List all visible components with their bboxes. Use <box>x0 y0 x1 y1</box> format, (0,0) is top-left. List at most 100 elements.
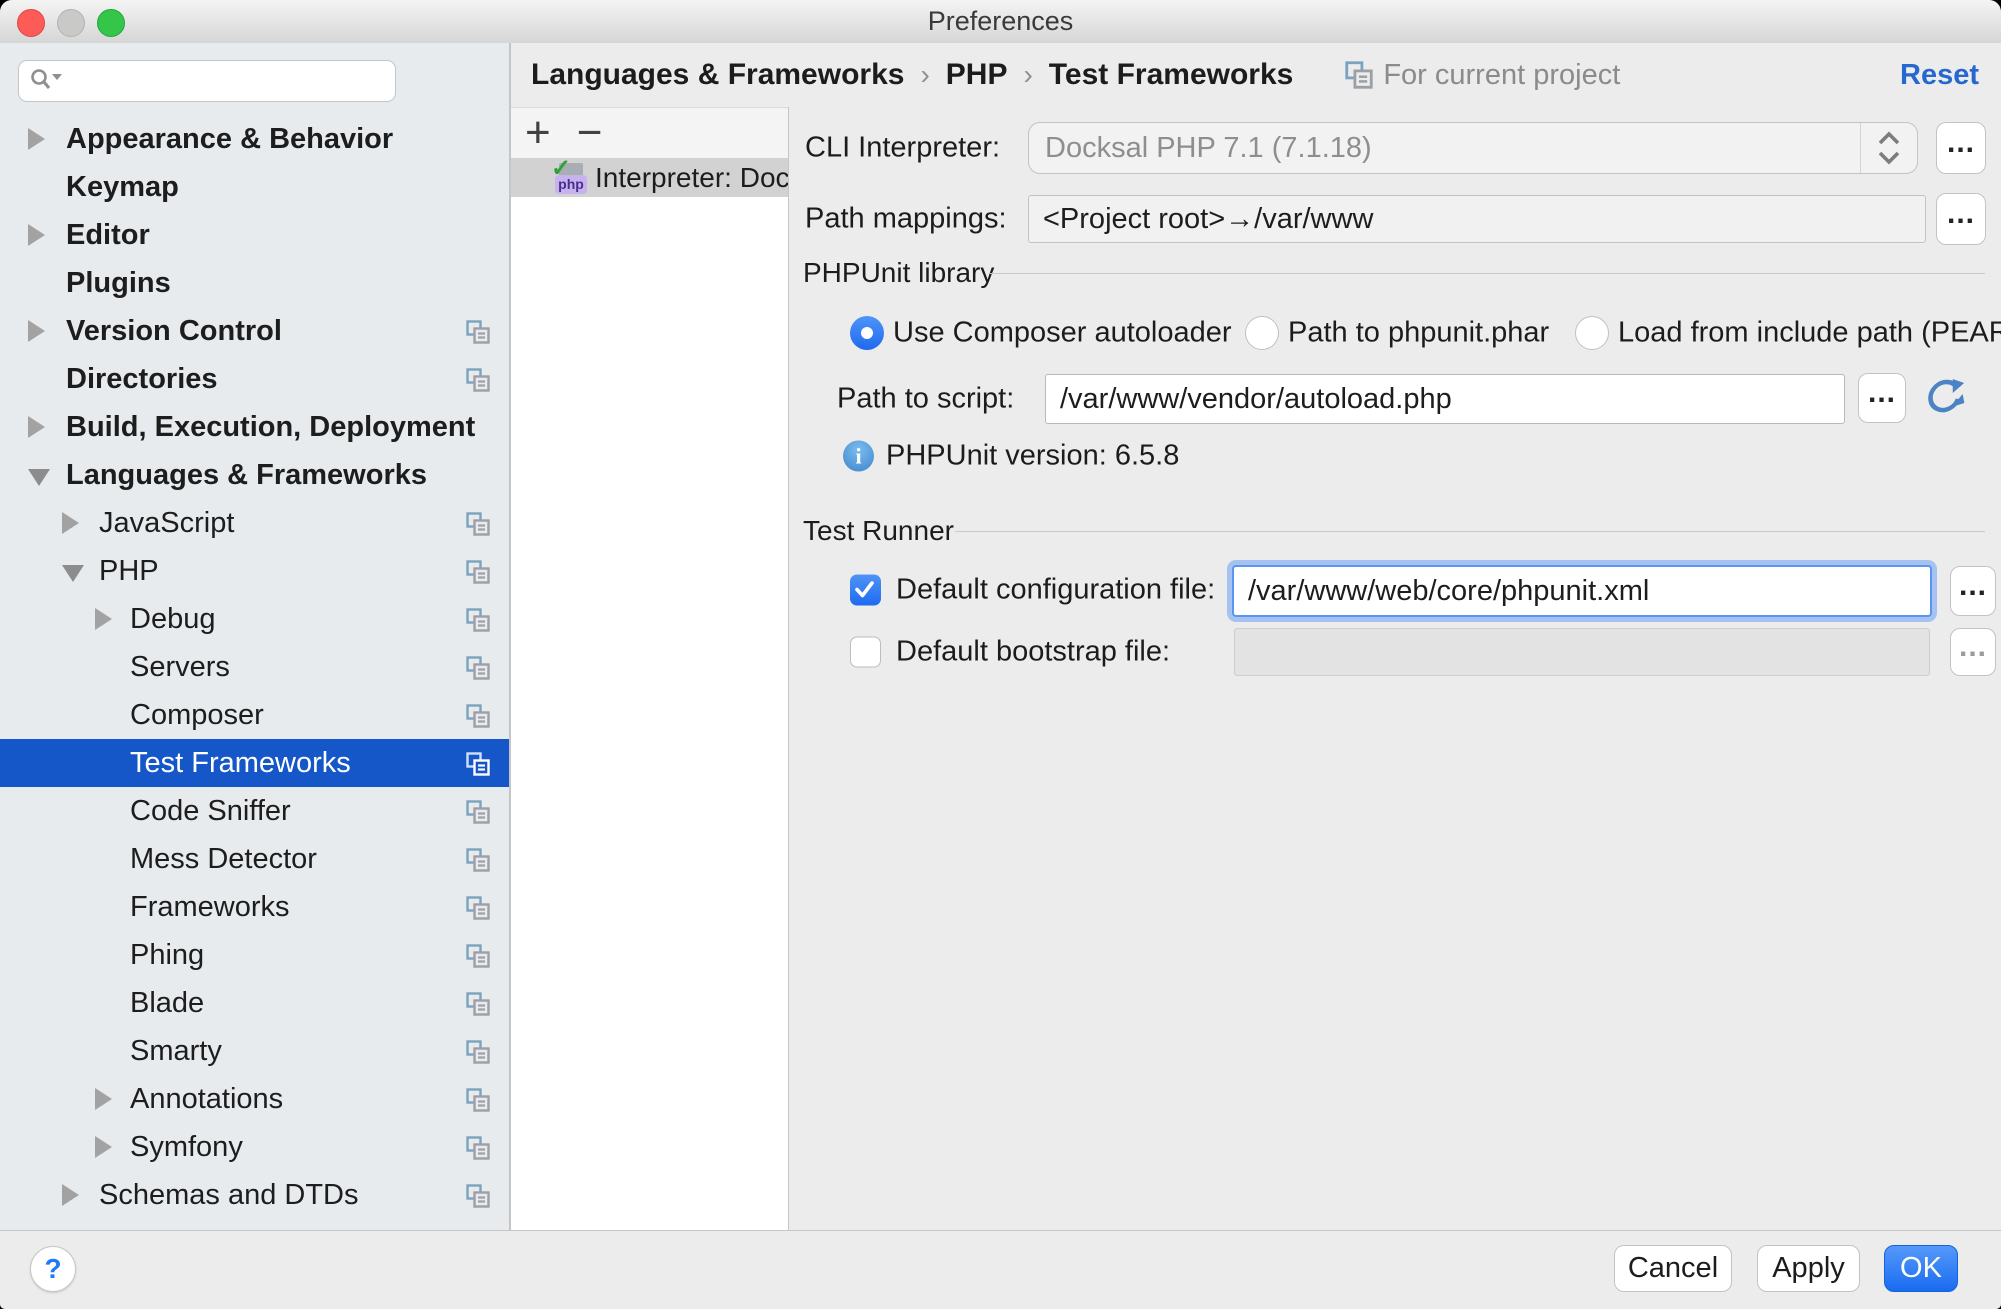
chevron-right-icon[interactable] <box>95 608 112 630</box>
sidebar-item-build-execution-deployment[interactable]: Build, Execution, Deployment <box>0 403 509 451</box>
sidebar-item-label: Keymap <box>66 171 179 204</box>
current-project-icon <box>466 847 490 880</box>
breadcrumb-php[interactable]: PHP <box>946 58 1008 92</box>
interpreter-item-label: Interpreter: Docksal <box>595 162 788 194</box>
group-divider <box>955 531 1985 532</box>
interpreter-list-item[interactable]: ✓ php Interpreter: Docksal <box>511 158 788 197</box>
chevron-right-icon[interactable] <box>62 1184 79 1206</box>
current-project-icon <box>466 559 490 592</box>
current-project-icon <box>466 1135 490 1168</box>
default-bootstrap-file-checkbox[interactable] <box>850 637 881 668</box>
radio-load-from-include-path-pear[interactable] <box>1575 316 1609 350</box>
path-mappings-browse-button[interactable]: ... <box>1936 193 1986 245</box>
cli-interpreter-browse-button[interactable]: ... <box>1936 122 1986 174</box>
sidebar-item-debug[interactable]: Debug <box>0 595 509 643</box>
current-project-icon <box>466 895 490 928</box>
sidebar-item-keymap[interactable]: Keymap <box>0 163 509 211</box>
sidebar-item-test-frameworks[interactable]: Test Frameworks <box>0 739 509 787</box>
sidebar-item-label: Code Sniffer <box>130 795 291 828</box>
reload-phpunit-version-icon[interactable] <box>1922 377 1966 421</box>
default-bootstrap-file-browse-button: ... <box>1950 628 1996 676</box>
path-mappings-field[interactable]: <Project root>→/var/www <box>1028 195 1926 243</box>
chevron-right-icon[interactable] <box>95 1088 112 1110</box>
path-to-script-input[interactable]: /var/www/vendor/autoload.php <box>1045 374 1845 424</box>
search-icon <box>29 67 63 95</box>
current-project-icon <box>466 799 490 832</box>
chevron-right-icon[interactable] <box>28 224 45 246</box>
chevron-right-icon[interactable] <box>28 416 45 438</box>
chevron-right-icon[interactable] <box>95 1136 112 1158</box>
chevron-right-icon[interactable] <box>28 128 45 150</box>
remove-interpreter-button[interactable]: − <box>577 111 603 155</box>
sidebar-item-label: Smarty <box>130 1035 222 1068</box>
sidebar-item-php[interactable]: PHP <box>0 547 509 595</box>
radio-label-use-composer-autoloader[interactable]: Use Composer autoloader <box>893 317 1232 350</box>
radio-path-to-phpunit-phar[interactable] <box>1245 316 1279 350</box>
default-configuration-file-checkbox[interactable] <box>850 575 881 606</box>
cli-interpreter-select[interactable]: Docksal PHP 7.1 (7.1.18) <box>1028 122 1918 174</box>
sidebar-item-smarty[interactable]: Smarty <box>0 1027 509 1075</box>
sidebar-item-label: Phing <box>130 939 204 972</box>
chevron-right-icon[interactable] <box>28 320 45 342</box>
current-project-icon <box>466 943 490 976</box>
breadcrumb-separator: › <box>1023 59 1032 91</box>
chevron-right-icon[interactable] <box>62 512 79 534</box>
sidebar-item-symfony[interactable]: Symfony <box>0 1123 509 1171</box>
default-bootstrap-file-label: Default bootstrap file: <box>896 636 1170 669</box>
interpreters-panel: + − ✓ php Interpreter: Docksal <box>511 107 790 1230</box>
chevron-down-icon[interactable] <box>62 565 84 582</box>
preferences-window: Preferences Appearance & Behavior Keymap E… <box>0 0 2001 1309</box>
cancel-button[interactable]: Cancel <box>1614 1245 1732 1292</box>
radio-label-load-from-include-path-pear[interactable]: Load from include path (PEAR) <box>1618 317 2001 350</box>
breadcrumb-test-frameworks[interactable]: Test Frameworks <box>1049 58 1294 92</box>
current-project-icon <box>466 655 490 688</box>
sidebar-item-appearance-behavior[interactable]: Appearance & Behavior <box>0 115 509 163</box>
sidebar-item-label: Frameworks <box>130 891 290 924</box>
settings-sidebar: Appearance & Behavior Keymap EditorPlugins… <box>0 43 511 1230</box>
sidebar-item-label: Appearance & Behavior <box>66 123 393 156</box>
sidebar-item-blade[interactable]: Blade <box>0 979 509 1027</box>
help-button[interactable]: ? <box>30 1246 76 1292</box>
radio-use-composer-autoloader[interactable] <box>850 316 884 350</box>
sidebar-item-plugins[interactable]: Plugins <box>0 259 509 307</box>
current-project-icon <box>466 319 490 352</box>
default-configuration-file-input[interactable]: /var/www/web/core/phpunit.xml <box>1232 565 1932 617</box>
sidebar-item-servers[interactable]: Servers <box>0 643 509 691</box>
sidebar-item-languages-frameworks[interactable]: Languages & Frameworks <box>0 451 509 499</box>
default-configuration-file-label: Default configuration file: <box>896 574 1215 607</box>
path-to-script-browse-button[interactable]: ... <box>1858 373 1906 423</box>
sidebar-item-label: Debug <box>130 603 215 636</box>
sidebar-item-directories[interactable]: Directories <box>0 355 509 403</box>
radio-label-path-to-phpunit-phar[interactable]: Path to phpunit.phar <box>1288 317 1549 350</box>
sidebar-item-code-sniffer[interactable]: Code Sniffer <box>0 787 509 835</box>
group-divider <box>990 273 1985 274</box>
sidebar-item-schemas-and-dtds[interactable]: Schemas and DTDs <box>0 1171 509 1219</box>
breadcrumb: Languages & Frameworks › PHP › Test Fram… <box>511 43 2001 107</box>
sidebar-item-javascript[interactable]: JavaScript <box>0 499 509 547</box>
sidebar-item-mess-detector[interactable]: Mess Detector <box>0 835 509 883</box>
sidebar-item-label: Schemas and DTDs <box>99 1179 359 1212</box>
window-title: Preferences <box>0 6 2001 37</box>
sidebar-item-editor[interactable]: Editor <box>0 211 509 259</box>
chevron-down-icon[interactable] <box>28 469 50 486</box>
sidebar-item-frameworks[interactable]: Frameworks <box>0 883 509 931</box>
reset-link[interactable]: Reset <box>1900 59 1979 92</box>
breadcrumb-separator: › <box>920 59 929 91</box>
current-project-icon <box>466 607 490 640</box>
check-icon <box>850 575 879 604</box>
breadcrumb-languages-frameworks[interactable]: Languages & Frameworks <box>531 58 904 92</box>
current-project-icon <box>466 1087 490 1120</box>
sidebar-item-version-control[interactable]: Version Control <box>0 307 509 355</box>
add-interpreter-button[interactable]: + <box>525 111 551 155</box>
apply-button[interactable]: Apply <box>1757 1245 1860 1292</box>
sidebar-item-phing[interactable]: Phing <box>0 931 509 979</box>
stepper-chevrons-icon[interactable] <box>1860 123 1917 173</box>
ok-button[interactable]: OK <box>1884 1245 1958 1292</box>
search-input[interactable] <box>18 60 396 102</box>
sidebar-item-annotations[interactable]: Annotations <box>0 1075 509 1123</box>
default-configuration-file-browse-button[interactable]: ... <box>1950 566 1996 616</box>
sidebar-item-label: Blade <box>130 987 204 1020</box>
sidebar-item-composer[interactable]: Composer <box>0 691 509 739</box>
current-project-icon <box>466 511 490 544</box>
current-project-icon <box>466 751 490 784</box>
